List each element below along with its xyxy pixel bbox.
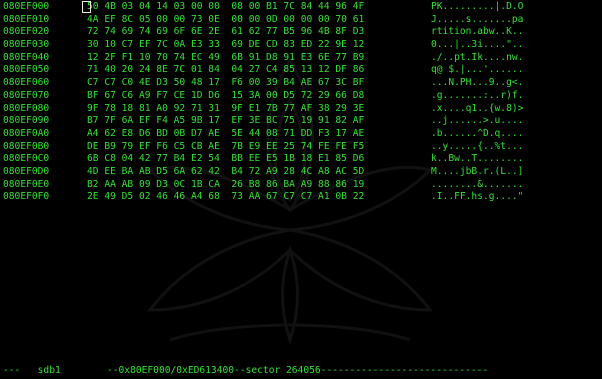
row-hex-bytes[interactable]: 30 10 C7 EF 7C 0A E3 33 69 DE CD 83 ED 2… [87, 39, 437, 52]
row-ascii[interactable]: ........&....... [431, 179, 601, 192]
row-ascii[interactable]: ..y.....{..%t... [431, 141, 601, 154]
row-address: 080EF020 [3, 26, 50, 38]
row-hex-bytes[interactable]: 4D EE BA AB D5 6A 62 42 B4 72 A9 28 4C A… [87, 166, 437, 179]
row-hex-bytes[interactable]: 6B C8 04 42 77 B4 E2 54 BB EE E5 1B 18 E… [87, 153, 437, 166]
edit-cursor [82, 1, 91, 13]
row-address: 080EF050 [3, 64, 50, 76]
row-address: 080EF0F0 [3, 191, 50, 203]
row-hex-bytes[interactable]: 4A EF 8C 05 00 00 73 0E 00 00 0D 00 00 0… [87, 14, 437, 27]
row-address: 080EF070 [3, 89, 50, 101]
row-ascii[interactable]: ..j......>.u.... [431, 115, 601, 128]
row-ascii[interactable]: .x....q1..{w.8)> [431, 103, 601, 116]
row-ascii[interactable]: .g.......:..r)f. [431, 90, 601, 103]
row-ascii[interactable]: .b......^D.q.... [431, 128, 601, 141]
row-hex-bytes[interactable]: 9F 78 18 81 A0 92 71 31 9F E1 7B 77 AF 3… [87, 103, 437, 116]
row-hex-bytes[interactable]: BF 67 C6 A9 F7 CE 1D D6 15 3A 00 D5 72 2… [87, 90, 437, 103]
row-address: 080EF080 [3, 102, 50, 114]
row-address: 080EF0B0 [3, 140, 50, 152]
row-hex-bytes[interactable]: A4 62 E8 D6 BD 0B D7 AE 5E 44 08 71 DD F… [87, 128, 437, 141]
row-ascii[interactable]: 0...|..3i....".. [431, 39, 601, 52]
hex-editor-terminal[interactable]: 080EF000 50 4B 03 04 14 03 00 00 08 00 B1… [0, 0, 602, 379]
row-address: 080EF090 [3, 115, 50, 127]
row-ascii[interactable]: rtition.abw..K.. [431, 26, 601, 39]
row-hex-bytes[interactable]: 50 4B 03 04 14 03 00 00 08 00 B1 7C 84 4… [87, 1, 437, 14]
row-address: 080EF0D0 [3, 165, 50, 177]
row-ascii[interactable]: k..Bw..T........ [431, 153, 601, 166]
row-ascii[interactable]: ./..pt.Ik....nw. [431, 52, 601, 65]
row-hex-bytes[interactable]: B2 AA AB 09 D3 0C 1B CA 26 B8 86 BA A9 8… [87, 179, 437, 192]
row-address: 080EF040 [3, 51, 50, 63]
row-hex-bytes[interactable]: DE B9 79 EF F6 C5 CB AE 7B E9 EE 25 74 F… [87, 141, 437, 154]
row-address: 080EF010 [3, 13, 50, 25]
row-ascii[interactable]: q@ $.|...'...... [431, 64, 601, 77]
row-address: 080EF0C0 [3, 153, 50, 165]
row-address: 080EF030 [3, 39, 50, 51]
row-hex-bytes[interactable]: 2E 49 D5 02 46 46 A4 68 73 AA 67 C7 C7 A… [87, 191, 437, 204]
row-ascii[interactable]: M....jbB.r.(L..] [431, 166, 601, 179]
row-hex-bytes[interactable]: B7 7F 6A EF F4 A5 9B 17 EF 3E BC 75 19 9… [87, 115, 437, 128]
row-hex-bytes[interactable]: 71 40 20 24 8E 7C 01 84 04 27 C4 85 13 1… [87, 64, 437, 77]
row-ascii[interactable]: ...N.PH...9..g<. [431, 77, 601, 90]
row-ascii[interactable]: J.....s.......pa [431, 14, 601, 27]
row-hex-bytes[interactable]: 12 2F F1 10 70 74 EC 49 6B 91 D8 91 E3 6… [87, 52, 437, 65]
row-address: 080EF0E0 [3, 178, 50, 190]
row-address: 080EF0A0 [3, 127, 50, 139]
row-ascii[interactable]: PK.........|.D.O [431, 1, 601, 14]
row-hex-bytes[interactable]: 72 74 69 74 69 6F 6E 2E 61 62 77 B5 96 4… [87, 26, 437, 39]
row-address: 080EF000 [3, 1, 50, 12]
status-line: --- sdb1 --0x80EF000/0xED613400--sector … [3, 365, 489, 376]
row-hex-bytes[interactable]: C7 C7 C0 4E D3 50 48 17 F6 00 39 B4 AE 6… [87, 77, 437, 90]
row-ascii[interactable]: .I..FF.hs.g...." [431, 191, 601, 204]
row-address: 080EF060 [3, 77, 50, 89]
